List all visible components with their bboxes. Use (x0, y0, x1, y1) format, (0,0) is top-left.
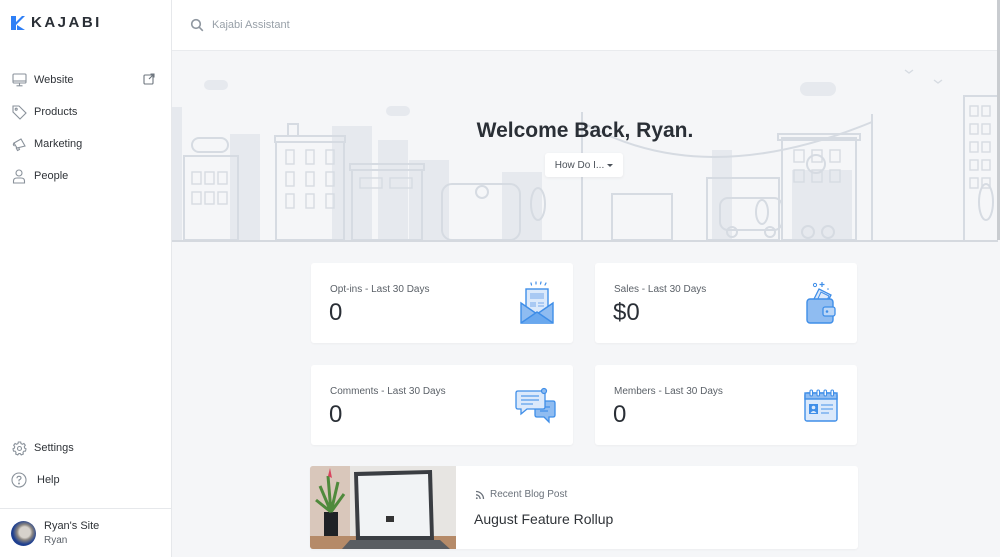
user-info: Ryan's Site Ryan (44, 519, 99, 548)
blog-meta-label: Recent Blog Post (490, 489, 568, 500)
stat-label: Opt-ins - Last 30 Days (330, 284, 430, 295)
assistant-search-input[interactable] (212, 19, 512, 31)
sidebar-item-website[interactable]: Website (0, 64, 171, 96)
user-name: Ryan (44, 534, 68, 546)
sales-stat-card[interactable]: Sales - Last 30 Days $0 (595, 263, 857, 343)
brand-name: KAJABI (31, 14, 102, 31)
laptop-plant-photo (310, 466, 456, 549)
megaphone-icon (11, 136, 27, 152)
hero-ground-line (172, 240, 998, 242)
blog-post-thumbnail (310, 466, 456, 549)
stat-value: $0 (613, 299, 640, 326)
envelope-newsletter-icon (520, 281, 554, 324)
id-card-icon (804, 389, 838, 422)
caret-down-icon (607, 164, 614, 167)
stat-value: 0 (613, 401, 627, 428)
optins-stat-card[interactable]: Opt-ins - Last 30 Days 0 (311, 263, 573, 343)
sidebar-item-people[interactable]: People (0, 160, 171, 192)
stat-label: Sales - Last 30 Days (614, 284, 707, 295)
how-do-i-dropdown[interactable]: How Do I... (545, 153, 623, 177)
chat-bubbles-icon (515, 387, 556, 424)
recent-blog-post-card[interactable]: Recent Blog Post August Feature Rollup (310, 466, 858, 549)
sidebar-item-label: Website (34, 74, 74, 86)
site-name: Ryan's Site (44, 519, 100, 532)
secondary-nav: Settings Help (0, 432, 171, 496)
wallet-icon (806, 282, 836, 324)
blog-post-title[interactable]: August Feature Rollup (474, 511, 613, 527)
tag-icon (11, 104, 27, 120)
stat-label: Comments - Last 30 Days (330, 386, 446, 397)
kajabi-logo-icon (11, 15, 25, 30)
question-icon (11, 472, 27, 488)
sidebar-item-settings[interactable]: Settings (0, 432, 171, 464)
sidebar-item-label: Products (34, 106, 78, 118)
sidebar-item-label: Help (37, 474, 60, 486)
sidebar-item-marketing[interactable]: Marketing (0, 128, 171, 160)
sidebar-item-products[interactable]: Products (0, 96, 171, 128)
stat-value: 0 (329, 299, 343, 326)
sidebar-item-label: People (34, 170, 69, 182)
top-bar (172, 0, 1000, 51)
how-do-i-label: How Do I... (554, 159, 605, 171)
user-account[interactable]: Ryan's Site Ryan (0, 508, 171, 557)
stat-label: Members - Last 30 Days (614, 386, 723, 397)
sidebar-item-label: Marketing (34, 138, 83, 150)
gear-icon (11, 440, 27, 456)
search-icon (190, 18, 204, 32)
stat-value: 0 (329, 401, 343, 428)
kajabi-logo[interactable]: KAJABI (11, 14, 102, 31)
main-nav: Website Products Marketing People (0, 64, 171, 192)
rss-icon (475, 490, 485, 499)
blog-meta: Recent Blog Post (475, 489, 567, 500)
person-icon (11, 168, 27, 184)
members-stat-card[interactable]: Members - Last 30 Days 0 (595, 365, 857, 445)
sidebar-item-help[interactable]: Help (0, 464, 171, 496)
welcome-hero: Welcome Back, Ryan. How Do I... (172, 52, 998, 242)
avatar (11, 520, 36, 546)
external-link-icon[interactable] (143, 72, 155, 85)
city-skyline-illustration (172, 69, 998, 242)
comments-stat-card[interactable]: Comments - Last 30 Days 0 (311, 365, 573, 445)
monitor-icon (11, 72, 27, 88)
sidebar-item-label: Settings (34, 442, 74, 454)
app: KAJABI Website Products Marketing People… (0, 0, 1000, 557)
welcome-heading: Welcome Back, Ryan. (476, 119, 694, 142)
sidebar: KAJABI Website Products Marketing People… (0, 0, 172, 557)
